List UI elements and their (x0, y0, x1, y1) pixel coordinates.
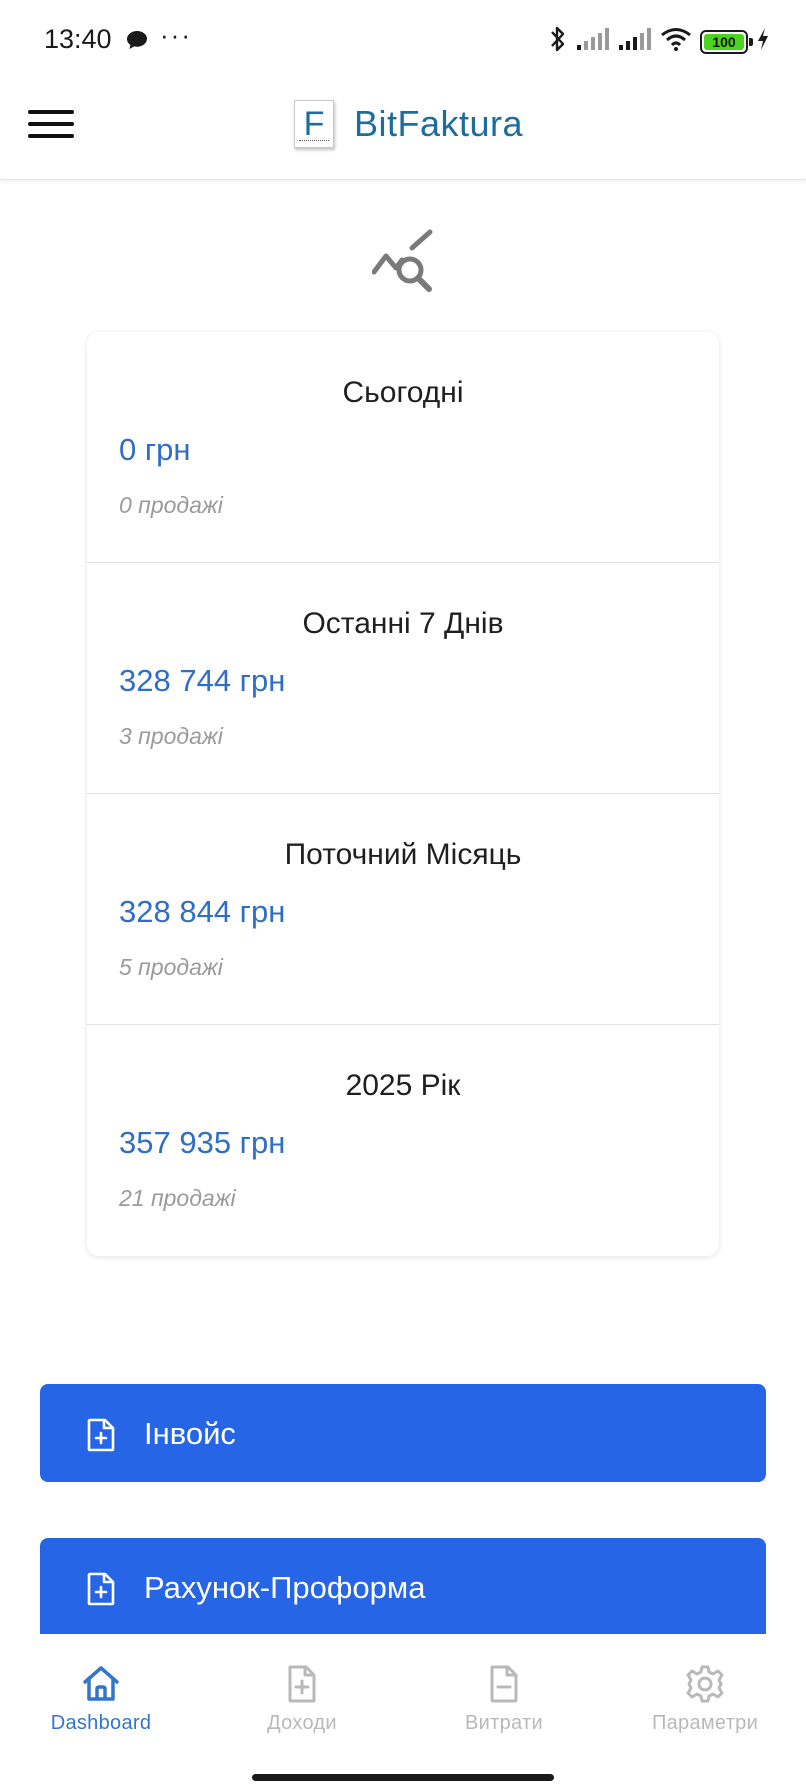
action-label: Рахунок-Проформа (144, 1570, 426, 1605)
charging-icon (756, 27, 770, 56)
action-label: Інвойс (144, 1416, 236, 1451)
app-bar: F BitFaktura (0, 80, 806, 180)
gear-icon (635, 1664, 775, 1704)
stat-amount: 328 744 грн (119, 663, 286, 698)
stats-card: Сьогодні 0 грн 0 продажі Останні 7 Днів … (87, 332, 719, 1256)
brand-name: BitFaktura (354, 103, 524, 144)
home-icon (31, 1664, 171, 1704)
brand-logo: F BitFaktura (294, 100, 523, 148)
nav-label: Dashboard (50, 1712, 152, 1734)
battery-icon: 100 (700, 29, 753, 54)
app-screen: 13:40 ··· 100 F BitFaktura Сьогодні 0 гр… (0, 0, 806, 1792)
signal-icon (576, 27, 610, 56)
menu-button[interactable] (28, 110, 74, 150)
stat-title: Сьогодні (342, 376, 464, 409)
logo-icon: F (294, 100, 334, 148)
status-time: 13:40 (44, 24, 112, 54)
stat-amount: 328 844 грн (119, 894, 286, 929)
stat-title: Останні 7 Днів (302, 607, 504, 640)
analytics-search-icon (371, 228, 438, 292)
chat-bubble-icon (126, 30, 148, 55)
nav-label: Параметри (651, 1712, 759, 1734)
document-minus-icon (434, 1664, 574, 1704)
nav-dashboard[interactable]: Dashboard (31, 1664, 171, 1735)
stat-row-today: Сьогодні 0 грн 0 продажі (87, 332, 719, 563)
nav-expenses[interactable]: Витрати (434, 1664, 574, 1735)
battery-level: 100 (704, 33, 744, 50)
document-plus-icon (87, 1572, 115, 1606)
stat-amount: 0 грн (119, 432, 191, 467)
bottom-navigation: Dashboard Доходи Витрати Параметри (0, 1634, 806, 1792)
stat-row-year: 2025 Рік 357 935 грн 21 продажі (87, 1025, 719, 1256)
stat-sales-count: 5 продажі (119, 954, 223, 980)
more-notifications-icon: ··· (160, 20, 192, 50)
bluetooth-icon (548, 24, 568, 59)
nav-settings[interactable]: Параметри (635, 1664, 775, 1735)
stat-row-last-7-days: Останні 7 Днів 328 744 грн 3 продажі (87, 563, 719, 794)
nav-income[interactable]: Доходи (232, 1664, 372, 1735)
stat-row-current-month: Поточний Місяць 328 844 грн 5 продажі (87, 794, 719, 1025)
signal-icon (618, 27, 652, 56)
stat-sales-count: 0 продажі (119, 492, 223, 518)
status-icons: 100 (548, 24, 770, 59)
document-plus-icon (87, 1418, 115, 1452)
stat-title: 2025 Рік (345, 1069, 461, 1102)
document-plus-icon (232, 1664, 372, 1704)
nav-label: Витрати (465, 1712, 543, 1734)
new-proforma-button[interactable]: Рахунок-Проформа (40, 1538, 766, 1634)
stat-sales-count: 21 продажі (119, 1185, 236, 1211)
wifi-icon (660, 27, 692, 56)
stat-title: Поточний Місяць (284, 838, 522, 871)
stat-sales-count: 3 продажі (119, 723, 223, 749)
new-invoice-button[interactable]: Інвойс (40, 1384, 766, 1482)
status-bar: 13:40 ··· 100 (0, 0, 806, 80)
stat-amount: 357 935 грн (119, 1125, 286, 1160)
home-indicator[interactable] (252, 1774, 554, 1781)
hamburger-menu-icon (28, 110, 74, 114)
nav-label: Доходи (267, 1712, 337, 1734)
